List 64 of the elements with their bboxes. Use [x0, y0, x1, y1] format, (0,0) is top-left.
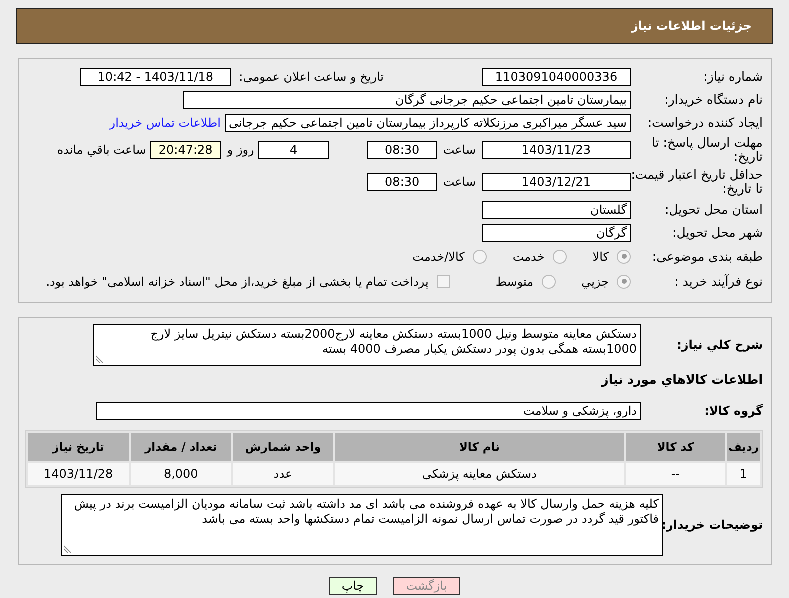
field-label: شهر محل تحویل:	[672, 225, 763, 240]
description-box[interactable]: دستکش معاینه متوسط ونیل 1000بسته دستکش معاینه لارج2000بسته دستکش نیتریل سایز لارج 1000بسته همگی بدون پودر دستکش یکبار مصرف 4000 بسته	[93, 324, 641, 366]
option-label: کالا	[592, 250, 609, 264]
table-cell: 1403/11/28	[28, 463, 130, 485]
field-label: توضیحات خریدار:	[663, 518, 763, 532]
field-label: طبقه بندی موضوعی:	[651, 249, 763, 264]
date-field: 1403/11/23	[482, 141, 631, 159]
contact-link[interactable]: اطلاعات تماس خریدار	[110, 116, 221, 130]
field-label: مهلت ارسال پاسخ: تا تاریخ:	[651, 136, 763, 164]
buyer-notes-box[interactable]: کلیه هزینه حمل وارسال کالا به عهده فروشنده می باشد ای مد داشته باشد ثبت سامانه مودیان الزامیست برند در پیش فاکتور قید گردد در صورت تماس ارسال نمونه الزامیست تمام دستکشها واحد بسته می باشد	[61, 494, 663, 556]
option-label: متوسط	[496, 274, 534, 288]
option-label: جزیي	[582, 274, 609, 288]
time-field: 08:30	[367, 173, 438, 191]
column-header: تاریخ نیاز	[28, 433, 130, 461]
days-field: 4	[258, 141, 330, 159]
field-label: ساعت باقي مانده	[57, 143, 146, 157]
print-button[interactable]: چاپ	[328, 577, 378, 595]
column-header: واحد شمارش	[233, 433, 334, 461]
page-title: جزئیات اطلاعات نیاز	[16, 8, 773, 44]
radio-button[interactable]	[542, 274, 556, 288]
checkbox[interactable]	[436, 275, 450, 288]
table-cell: 1	[727, 463, 760, 485]
field-label: نام دستگاه خریدار:	[664, 92, 763, 107]
column-header: نام کالا	[335, 433, 624, 461]
radio-button[interactable]	[472, 250, 487, 264]
table-cell: 8,000	[131, 463, 232, 485]
resize-grip-icon[interactable]	[64, 545, 72, 553]
radio-button[interactable]	[552, 250, 567, 264]
field-label: شماره نیاز:	[702, 69, 763, 84]
column-header: کد کالا	[626, 433, 726, 461]
field-label: حداقل تاریخ اعتبار قیمت: تا تاریخ:	[631, 168, 763, 196]
option-label: کالا/خدمت	[412, 250, 465, 264]
field-label: ساعت	[443, 143, 476, 157]
table-cell: --	[626, 463, 726, 485]
field-label: ایجاد کننده درخواست:	[646, 115, 763, 130]
field-label: استان محل تحویل:	[664, 202, 763, 217]
announce-date-field: 1403/11/18 - 10:42	[80, 68, 232, 86]
field-label: نوع فرآیند خرید :	[674, 274, 763, 289]
location-field: گرگان	[482, 224, 631, 242]
field-label: شرح کلي نیاز:	[676, 338, 763, 352]
time-field: 08:30	[367, 141, 438, 159]
field-label: روز و	[227, 143, 254, 157]
column-header: تعداد / مقدار	[131, 433, 232, 461]
column-header: ردیف	[727, 433, 760, 461]
resize-grip-icon[interactable]	[96, 355, 104, 363]
field-label: ساعت	[443, 175, 476, 189]
goods-group-field: دارو، پزشکی و سلامت	[96, 402, 641, 420]
requester-field: سید عسگر میراکبری مرزنکلاته کارپرداز بیمارستان تامین اجتماعی حکیم جرجانی	[224, 114, 631, 132]
radio-button[interactable]	[617, 250, 631, 264]
description-text: دستکش معاینه متوسط ونیل 1000بسته دستکش معاینه لارج2000بسته دستکش نیتریل سایز لارج 1000بسته همگی بدون پودر دستکش یکبار مصرف 4000 بسته	[150, 327, 637, 356]
table-cell: دستکش معاینه پزشکی	[335, 463, 624, 485]
radio-button[interactable]	[617, 274, 631, 288]
checkbox-label: پرداخت تمام یا بخشی از مبلغ خرید،از محل "اسناد خزانه اسلامی" خواهد بود.	[46, 274, 429, 288]
buyer-org-field: بیمارستان تامین اجتماعی حکیم جرجانی گرگان	[183, 90, 631, 108]
table-cell: عدد	[233, 463, 334, 485]
need-number-field: 1103091040000336	[482, 68, 631, 86]
location-field: گلستان	[482, 200, 631, 218]
remaining-time-field: 20:47:28	[150, 141, 222, 159]
option-label: خدمت	[512, 250, 545, 264]
field-label: تاریخ و ساعت اعلان عمومی:	[239, 70, 384, 84]
buyer-notes-text: کلیه هزینه حمل وارسال کالا به عهده فروشنده می باشد ای مد داشته باشد ثبت سامانه مودیان الزامیست برند در پیش فاکتور قید گردد در صورت تماس ارسال نمونه الزامیست تمام دستکشها واحد بسته می باشد	[74, 497, 659, 526]
section-heading: اطلاعات کالاهاي مورد نیاز	[600, 372, 763, 387]
date-field: 1403/12/21	[482, 173, 631, 191]
field-label: گروه کالا:	[704, 404, 763, 418]
